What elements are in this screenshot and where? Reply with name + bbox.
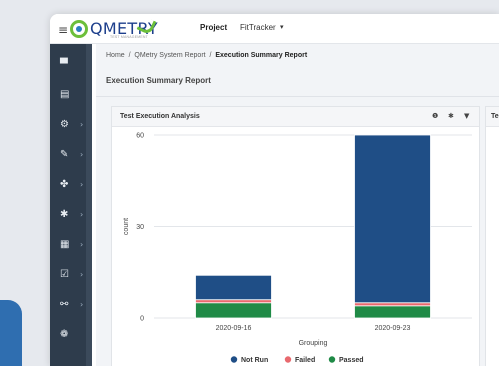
chevron-down-icon[interactable]: ▾	[280, 23, 284, 31]
sidebar-item[interactable]: ✤ ›	[50, 174, 92, 196]
chevron-right-icon: ›	[80, 300, 84, 309]
checklist-icon: ☑	[60, 269, 69, 280]
bar-segment	[354, 305, 431, 319]
gear-icon[interactable]: ✱	[448, 112, 454, 120]
chevron-right-icon: ›	[80, 120, 84, 129]
y-axis-label: count	[123, 218, 130, 235]
legend-label: Failed	[295, 357, 315, 364]
menu-icon[interactable]: ≡	[58, 23, 68, 37]
sidebar-item[interactable]: ▤	[50, 84, 92, 106]
gears-icon: ⚙	[60, 119, 69, 130]
app-window: ≡ QMETRY TEST MANAGEMENT Project FitTrac…	[50, 14, 499, 366]
puzzle-icon: ✤	[60, 179, 69, 190]
sidebar-item[interactable]: ❁	[50, 324, 92, 346]
x-tick-label: 2020-09-23	[375, 325, 411, 332]
sidebar-item[interactable]: ☑ ›	[50, 264, 92, 286]
sidebar-item[interactable]: ✎ ›	[50, 144, 92, 166]
bar-segment	[354, 302, 431, 307]
project-selector[interactable]: FitTracker	[240, 23, 276, 32]
palette-icon: ❁	[60, 329, 69, 340]
list-icon: ▤	[60, 89, 70, 100]
legend-marker	[328, 356, 336, 363]
bar-segment	[354, 134, 431, 304]
bar-segment	[195, 274, 272, 301]
logo-tagline: TEST MANAGEMENT	[110, 35, 148, 39]
dashboard-icon: ▀	[60, 59, 68, 70]
second-card: Te	[485, 106, 499, 366]
bar-segment	[195, 302, 272, 319]
main-content: Home / QMetry System Report / Execution …	[96, 44, 499, 366]
breadcrumb-current: Execution Summary Report	[215, 52, 308, 59]
chevron-right-icon: ›	[80, 180, 84, 189]
logo-icon[interactable]	[70, 20, 88, 38]
gear-icon: ✱	[60, 209, 69, 220]
x-axis-label: Grouping	[299, 340, 328, 347]
info-icon[interactable]: ❶	[432, 112, 438, 120]
sidebar-item[interactable]: ⚯ ›	[50, 294, 92, 316]
card-title: Test Execution Analysis	[120, 113, 200, 120]
legend-label: Passed	[339, 357, 364, 364]
background-accent	[0, 300, 22, 366]
chevron-right-icon: ›	[80, 270, 84, 279]
chevron-right-icon: ›	[80, 210, 84, 219]
execution-analysis-card: Test Execution Analysis ❶ ✱ ▼ 0 30 60 count…	[111, 106, 480, 366]
sidebar-item[interactable]: ▦ ›	[50, 234, 92, 256]
page-title: Execution Summary Report	[106, 76, 211, 85]
divider	[96, 96, 499, 97]
card-title: Te	[491, 113, 499, 120]
legend-label: Not Run	[241, 357, 268, 364]
breadcrumb-home[interactable]: Home	[106, 52, 125, 59]
sidebar: ▀ ▤ ⚙ › ✎ › ✤ › ✱ › ▦ › ☑ › ⚯ › ❁	[50, 44, 92, 366]
breadcrumb: Home / QMetry System Report / Execution …	[106, 52, 307, 59]
sidebar-item[interactable]: ▀	[50, 54, 92, 76]
chevron-right-icon: ›	[80, 240, 84, 249]
filter-icon[interactable]: ▼	[464, 112, 469, 120]
y-tick-label: 0	[140, 316, 144, 323]
sidebar-item[interactable]: ✱ ›	[50, 204, 92, 226]
stacked-bar-chart: 0 30 60 count 2020-09-16 2020-09-23 Grouping No…	[123, 133, 472, 364]
legend-marker	[230, 356, 238, 363]
bar-segment	[195, 299, 272, 304]
legend-marker	[284, 356, 292, 363]
breadcrumb-parent[interactable]: QMetry System Report	[134, 52, 205, 59]
breadcrumb-separator: /	[209, 52, 212, 59]
sidebar-item[interactable]: ⚙ ›	[50, 114, 92, 136]
x-tick-label: 2020-09-16	[216, 325, 252, 332]
breadcrumb-separator: /	[128, 52, 131, 59]
top-bar: ≡ QMETRY TEST MANAGEMENT Project FitTrac…	[50, 14, 499, 44]
card-header: Test Execution Analysis ❶ ✱ ▼	[112, 107, 479, 127]
network-icon: ⚯	[60, 299, 69, 310]
y-tick-label: 60	[136, 133, 144, 140]
wrench-icon: ✎	[60, 149, 69, 160]
y-tick-label: 30	[136, 224, 144, 231]
table-icon: ▦	[60, 239, 70, 250]
project-label: Project	[200, 23, 228, 32]
chevron-right-icon: ›	[80, 150, 84, 159]
card-header: Te	[486, 107, 499, 127]
